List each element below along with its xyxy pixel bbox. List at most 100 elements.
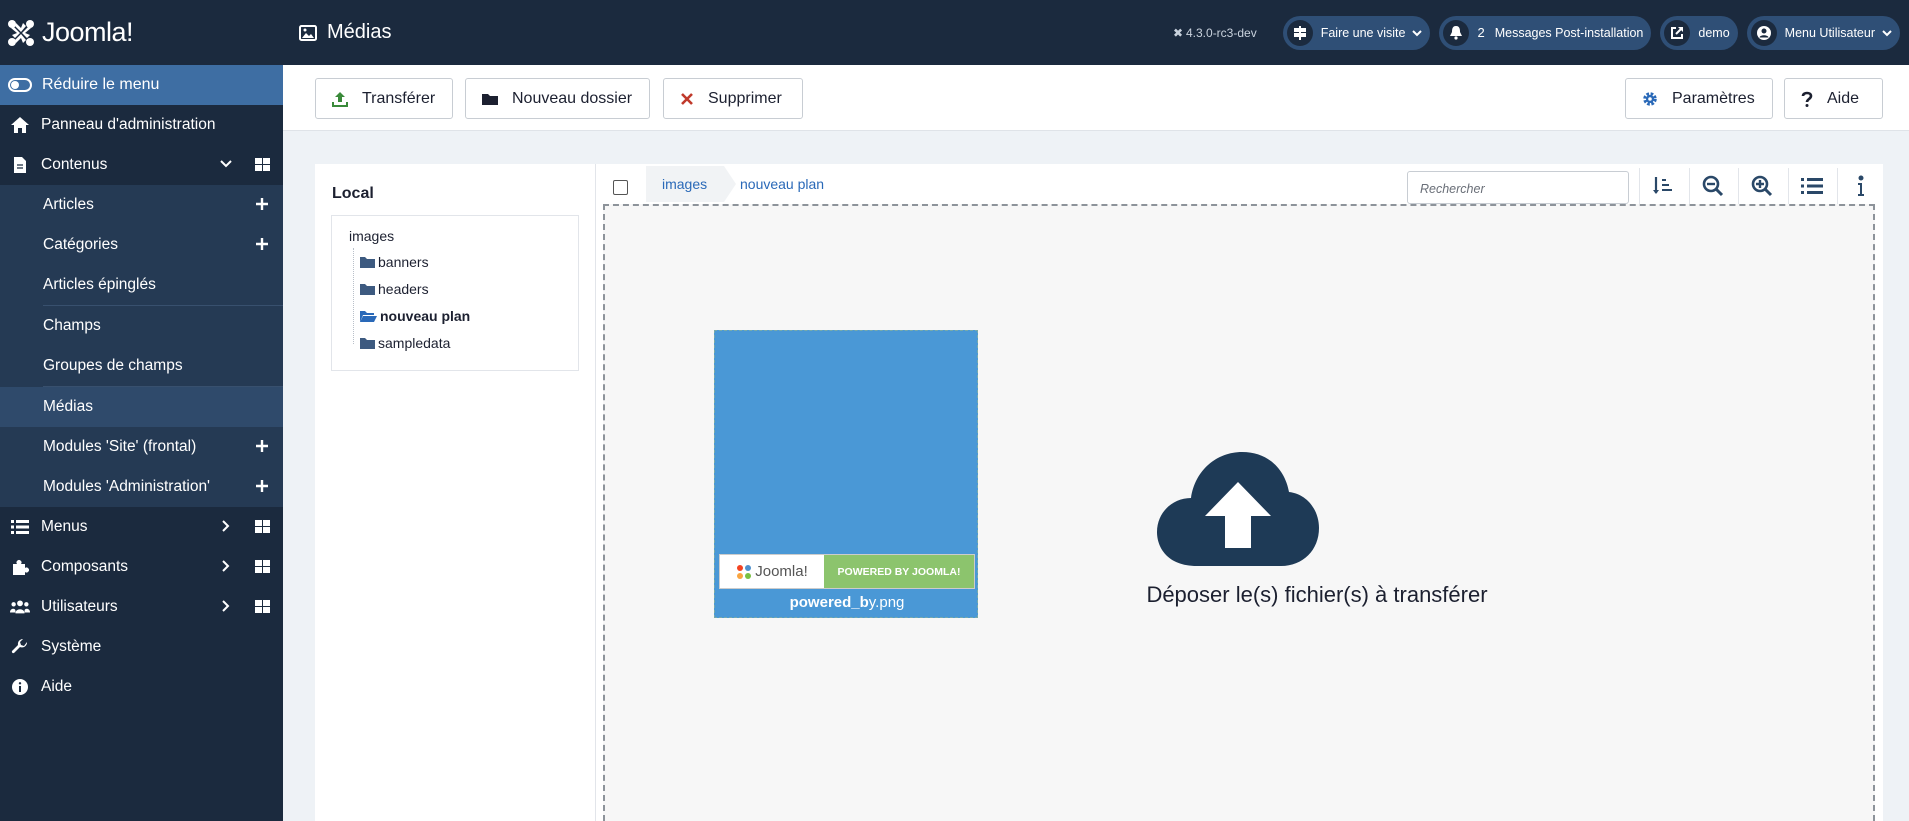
sidebar-item-components[interactable]: Composants bbox=[0, 547, 283, 587]
new-folder-button[interactable]: Nouveau dossier bbox=[465, 78, 650, 119]
list-icon bbox=[1800, 178, 1823, 194]
tree-guide-line bbox=[353, 248, 354, 344]
dashboard-grid-icon[interactable] bbox=[255, 600, 270, 618]
bell-icon bbox=[1443, 19, 1470, 46]
users-icon bbox=[10, 597, 30, 617]
tree-item-sampledata[interactable]: sampledata bbox=[360, 335, 450, 351]
chevron-right-icon[interactable] bbox=[219, 519, 233, 538]
sidebar-item-label: Modules 'Administration' bbox=[43, 478, 211, 495]
tour-button[interactable]: Faire une visite bbox=[1282, 15, 1431, 50]
add-category-icon[interactable] bbox=[255, 237, 269, 256]
upload-icon bbox=[332, 91, 348, 107]
help-button[interactable]: Aide bbox=[1784, 78, 1883, 119]
sidebar-item-media[interactable]: Médias bbox=[0, 387, 283, 427]
thumbnail-logo: Joomla! bbox=[720, 555, 824, 588]
sidebar-item-menus[interactable]: Menus bbox=[0, 507, 283, 547]
sidebar-item-field-groups[interactable]: Groupes de champs bbox=[0, 346, 283, 386]
toggle-menu-button[interactable]: Réduire le menu bbox=[0, 65, 283, 105]
add-site-module-icon[interactable] bbox=[255, 439, 269, 458]
select-all-checkbox[interactable] bbox=[613, 180, 628, 195]
version-text: 4.3.0-rc3-dev bbox=[1186, 25, 1257, 40]
sidebar-item-label: Contenus bbox=[41, 156, 108, 173]
view-site-button[interactable]: demo bbox=[1660, 15, 1738, 50]
list-view-button[interactable] bbox=[1788, 168, 1834, 204]
thumbnail-logo-text: Joomla! bbox=[755, 563, 808, 580]
file-icon bbox=[10, 155, 30, 175]
zoom-in-icon bbox=[1751, 175, 1772, 197]
drop-zone[interactable]: Joomla! POWERED BY JOOMLA! powered_by.pn… bbox=[603, 204, 1875, 821]
tree-item-label: sampledata bbox=[378, 335, 451, 351]
thumbnail-banner-text: POWERED BY JOOMLA! bbox=[824, 555, 974, 588]
sort-button[interactable] bbox=[1639, 168, 1685, 204]
user-menu-label: Menu Utilisateur bbox=[1784, 25, 1875, 40]
signpost-icon bbox=[1286, 19, 1313, 46]
options-button[interactable]: Paramètres bbox=[1625, 78, 1773, 119]
browser-toolbar: images nouveau plan Rechercher bbox=[596, 164, 1883, 204]
messages-label: Messages Post-installation bbox=[1494, 25, 1644, 40]
sidebar-item-categories[interactable]: Catégories bbox=[0, 225, 283, 265]
toggle-menu-label: Réduire le menu bbox=[42, 76, 160, 93]
search-input[interactable]: Rechercher bbox=[1407, 171, 1629, 204]
joomla-small-icon: ✖ bbox=[1172, 25, 1183, 40]
file-thumbnail: Joomla! POWERED BY JOOMLA! bbox=[719, 554, 975, 589]
dashboard-grid-icon[interactable] bbox=[255, 158, 270, 176]
chevron-right-icon[interactable] bbox=[219, 599, 233, 618]
chevron-right-icon[interactable] bbox=[219, 559, 233, 578]
question-icon bbox=[1801, 91, 1813, 107]
sidebar-item-system[interactable]: Système bbox=[0, 627, 283, 667]
upload-button[interactable]: Transférer bbox=[315, 78, 453, 119]
dashboard-grid-icon[interactable] bbox=[255, 560, 270, 578]
sidebar-item-label: Menus bbox=[41, 518, 88, 535]
folder-icon bbox=[360, 338, 375, 349]
post-install-messages-button[interactable]: 2 Messages Post-installation bbox=[1439, 15, 1652, 50]
version-info: ✖ 4.3.0-rc3-dev bbox=[1173, 26, 1257, 40]
tree-root-images[interactable]: images bbox=[349, 228, 394, 244]
external-link-icon bbox=[1664, 19, 1691, 46]
breadcrumb-nouveau-plan[interactable]: nouveau plan bbox=[740, 164, 824, 204]
zoom-out-icon bbox=[1702, 175, 1723, 197]
tree-item-banners[interactable]: banners bbox=[360, 254, 429, 270]
folder-tree: images banners headers nouveau plan samp… bbox=[331, 215, 579, 371]
info-icon bbox=[10, 677, 30, 697]
folder-icon bbox=[482, 93, 498, 105]
add-article-icon[interactable] bbox=[255, 197, 269, 216]
image-icon bbox=[299, 24, 317, 41]
logo-text: Joomla! bbox=[42, 17, 134, 47]
info-button[interactable] bbox=[1837, 168, 1883, 204]
joomla-logo[interactable]: Joomla! bbox=[0, 0, 283, 65]
sidebar-item-admin-modules[interactable]: Modules 'Administration' bbox=[0, 467, 283, 507]
chevron-down-icon bbox=[1882, 26, 1892, 40]
new-folder-label: Nouveau dossier bbox=[512, 89, 633, 107]
sidebar-item-dashboard[interactable]: Panneau d'administration bbox=[0, 105, 283, 145]
sidebar-item-help[interactable]: Aide bbox=[0, 667, 283, 707]
delete-button[interactable]: Supprimer bbox=[663, 78, 803, 119]
dashboard-grid-icon[interactable] bbox=[255, 520, 270, 538]
tree-item-headers[interactable]: headers bbox=[360, 281, 429, 297]
sidebar-item-label: Articles bbox=[43, 196, 94, 213]
breadcrumb-images[interactable]: images bbox=[662, 164, 707, 204]
sidebar-item-site-modules[interactable]: Modules 'Site' (frontal) bbox=[0, 427, 283, 467]
disk-title: Local bbox=[332, 185, 374, 202]
media-file-card[interactable]: Joomla! POWERED BY JOOMLA! powered_by.pn… bbox=[714, 330, 978, 618]
sidebar-item-content[interactable]: Contenus bbox=[0, 145, 283, 185]
content-submenu: Articles Catégories Articles épinglés Ch… bbox=[0, 185, 283, 507]
sidebar-item-label: Articles épinglés bbox=[43, 276, 156, 293]
drop-zone-text: Déposer le(s) fichier(s) à transférer bbox=[1146, 582, 1488, 607]
upload-label: Transférer bbox=[362, 89, 436, 107]
chevron-down-icon bbox=[1412, 26, 1423, 40]
sort-icon bbox=[1652, 177, 1672, 194]
sidebar: Joomla! Réduire le menu Panneau d'admini… bbox=[0, 0, 283, 821]
zoom-out-button[interactable] bbox=[1689, 168, 1735, 204]
sidebar-item-fields[interactable]: Champs bbox=[0, 306, 283, 346]
sidebar-item-articles[interactable]: Articles bbox=[0, 185, 283, 225]
tree-item-label: headers bbox=[378, 281, 429, 297]
add-admin-module-icon[interactable] bbox=[255, 479, 269, 498]
tree-item-nouveau-plan[interactable]: nouveau plan bbox=[360, 308, 470, 324]
home-icon bbox=[10, 115, 30, 135]
zoom-in-button[interactable] bbox=[1738, 168, 1784, 204]
chevron-down-icon[interactable] bbox=[219, 157, 233, 176]
sidebar-item-featured[interactable]: Articles épinglés bbox=[0, 265, 283, 305]
user-menu-button[interactable]: Menu Utilisateur bbox=[1746, 15, 1900, 50]
sidebar-item-users[interactable]: Utilisateurs bbox=[0, 587, 283, 627]
page-title: Médias bbox=[283, 21, 391, 44]
